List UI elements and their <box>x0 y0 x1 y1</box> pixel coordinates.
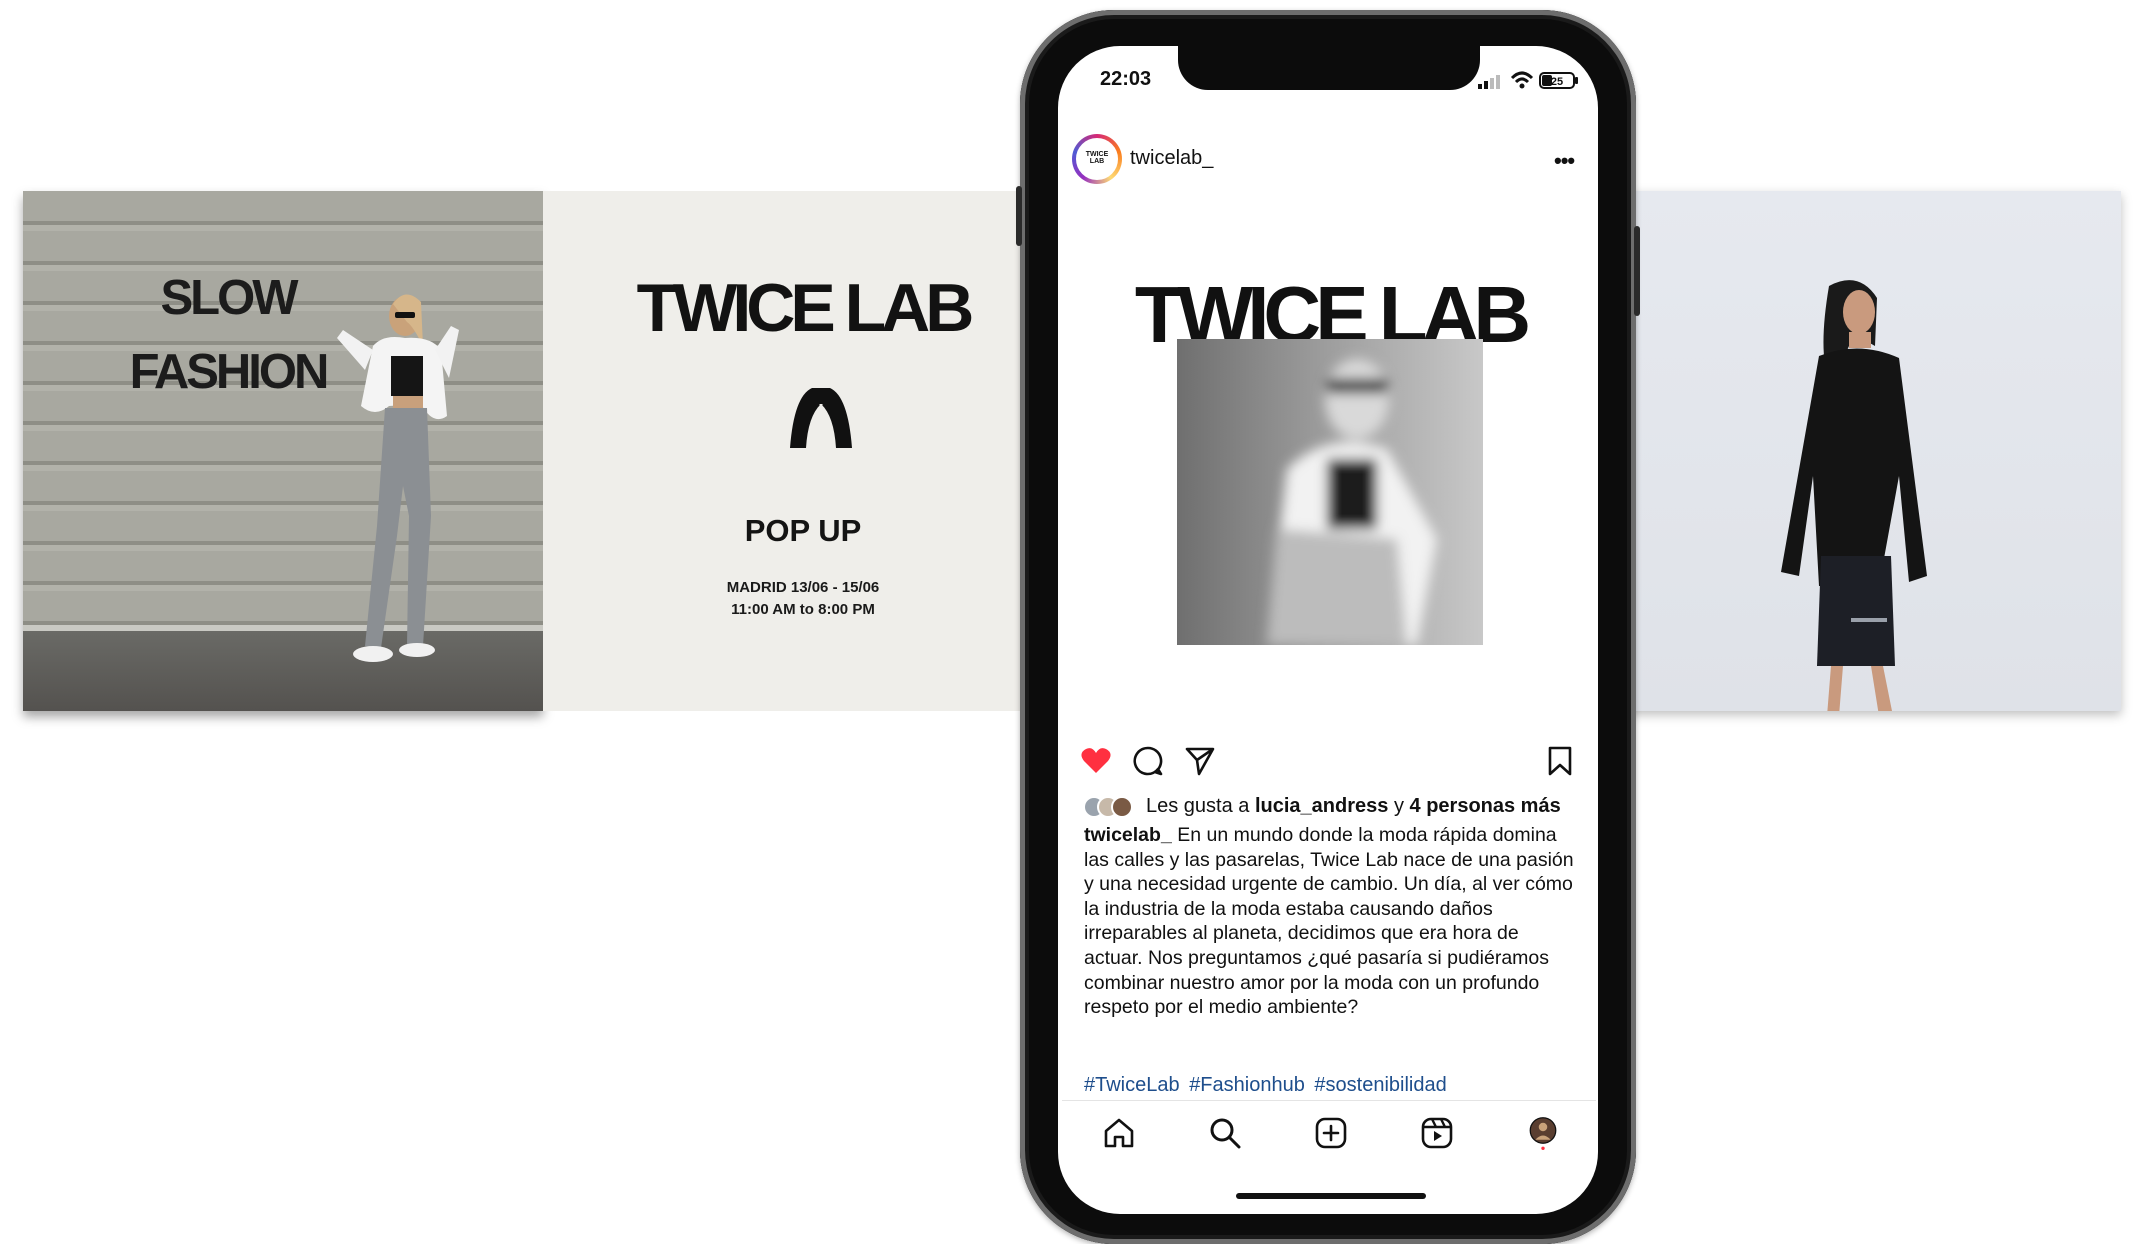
battery-icon: 25 <box>1539 72 1578 89</box>
battery-level: 25 <box>1551 76 1563 88</box>
post-caption: twicelab_ En un mundo donde la moda rápi… <box>1084 823 1576 1020</box>
post-photo-blurred-model <box>1177 339 1483 645</box>
reels-icon[interactable] <box>1420 1116 1454 1150</box>
hashtag-fashionhub[interactable]: #Fashionhub <box>1189 1074 1305 1096</box>
home-indicator[interactable] <box>1236 1193 1426 1199</box>
post-username[interactable]: twicelab_ <box>1130 147 1213 170</box>
avatar-logo: TWICE LAB <box>1076 138 1118 180</box>
search-icon[interactable] <box>1208 1116 1242 1150</box>
profile-avatar[interactable] <box>1526 1116 1560 1150</box>
hashtag-sostenibilidad[interactable]: #sostenibilidad <box>1314 1074 1446 1096</box>
likes-middle: y <box>1388 795 1410 817</box>
volume-button <box>1016 186 1022 246</box>
slide-pop-up: TWICE LAB POP UP MADRID 13/06 - 15/06 11… <box>543 191 1063 711</box>
model-photo-dark-outfit <box>1781 280 1927 711</box>
twice-lab-logo-icon <box>790 388 852 448</box>
event-title: POP UP <box>744 513 862 548</box>
likes-others[interactable]: 4 personas más <box>1410 795 1561 817</box>
likes-prefix: Les gusta a <box>1146 795 1255 817</box>
event-date: MADRID 13/06 - 15/06 <box>726 579 880 596</box>
liked-by-avatars <box>1083 796 1133 818</box>
comment-icon[interactable] <box>1132 745 1164 777</box>
slide-model <box>1599 191 2121 711</box>
caption-username[interactable]: twicelab_ <box>1084 824 1172 846</box>
wifi-icon <box>1510 71 1534 89</box>
heart-icon[interactable] <box>1080 745 1112 777</box>
profile-avatar-ring[interactable]: TWICE LAB <box>1072 134 1122 184</box>
signal-icon <box>1478 75 1500 89</box>
phone-notch <box>1178 46 1480 90</box>
brand-title: TWICE LAB <box>636 270 975 346</box>
caption-text: En un mundo donde la moda rápida domina … <box>1084 824 1574 1019</box>
home-icon[interactable] <box>1102 1116 1136 1150</box>
slide-slow-fashion: SLOW FASHION <box>23 191 543 711</box>
new-post-icon[interactable] <box>1314 1116 1348 1150</box>
likes-user[interactable]: lucia_andress <box>1255 795 1388 817</box>
hashtag-twicelab[interactable]: #TwiceLab <box>1084 1074 1180 1096</box>
power-button <box>1634 226 1640 316</box>
bookmark-icon[interactable] <box>1544 745 1576 777</box>
hashtags: #TwiceLab #Fashionhub #sostenibilidad <box>1084 1074 1451 1097</box>
status-icons: 25 <box>1478 71 1578 89</box>
more-options-icon[interactable]: ••• <box>1554 148 1575 174</box>
event-time: 11:00 AM to 8:00 PM <box>731 601 875 618</box>
likes-line[interactable]: Les gusta a lucia_andress y 4 personas m… <box>1146 795 1561 818</box>
blurred-figure <box>1267 359 1437 645</box>
model-photo-woman <box>337 294 459 662</box>
post-image[interactable]: TWICE LAB <box>1062 193 1598 711</box>
status-time: 22:03 <box>1100 68 1152 90</box>
share-icon[interactable] <box>1184 745 1216 777</box>
